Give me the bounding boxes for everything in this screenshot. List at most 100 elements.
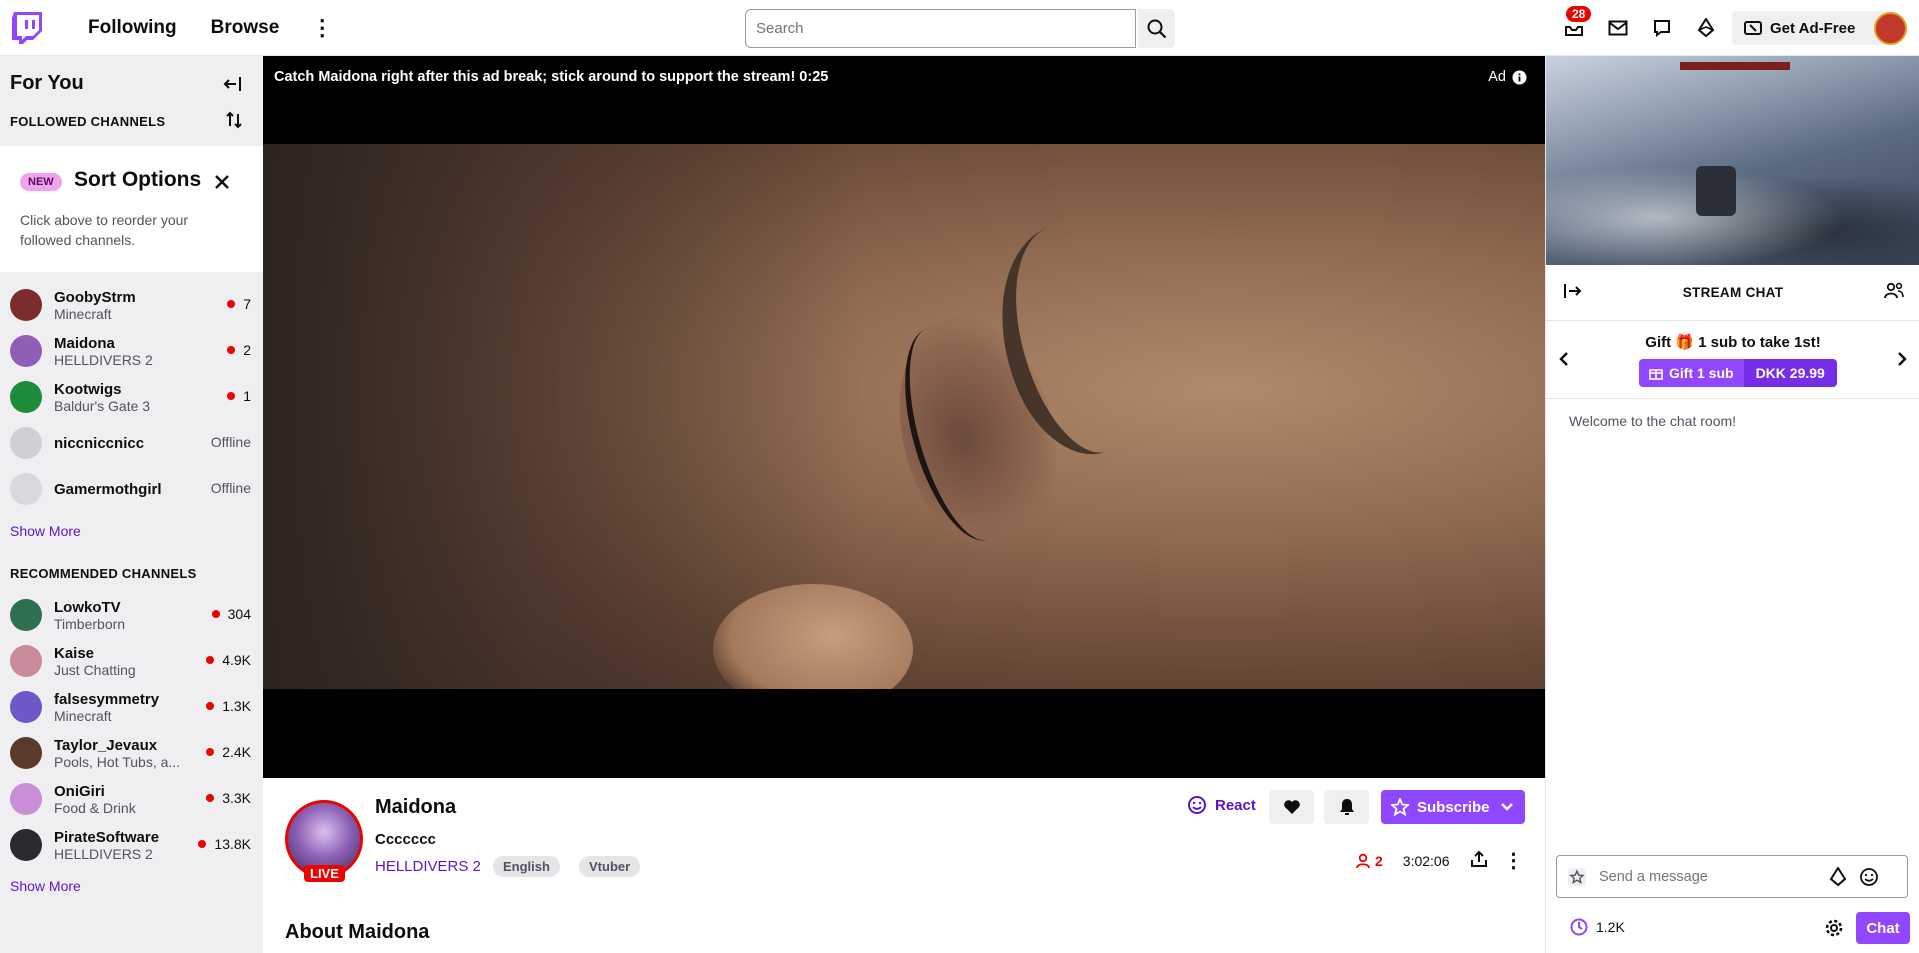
stream-title: Ccccccc (375, 831, 436, 848)
channel-game: Pools, Hot Tubs, a... (54, 753, 181, 770)
channel-info: Kootwigs Baldur's Gate 3 (54, 381, 204, 414)
sidebar-channel-row[interactable]: Kootwigs Baldur's Gate 3 1 (0, 374, 263, 420)
gift-sub-button[interactable]: Gift 1 sub DKK 29.99 (1639, 359, 1837, 387)
more-options-icon[interactable]: ⋮ (311, 16, 333, 39)
collapse-chat-icon[interactable] (1563, 281, 1583, 304)
channel-game: Minecraft (54, 707, 112, 724)
channel-viewer-count: 7 (227, 296, 251, 312)
channel-info: OniGiri Food & Drink (54, 783, 204, 816)
viewer-count-text: 1.3K (222, 698, 251, 714)
sidebar-channel-row[interactable]: LowkoTV Timberborn 304 (0, 592, 263, 638)
sidebar-channel-row[interactable]: PirateSoftware HELLDIVERS 2 13.8K (0, 822, 263, 868)
notifications-toggle-button[interactable] (1324, 790, 1369, 824)
channel-name: falsesymmetry (54, 690, 160, 708)
channel-name: Gamermothgirl (54, 480, 162, 498)
heart-icon (1283, 800, 1300, 814)
video-player[interactable]: Catch Maidona right after this ad break;… (263, 56, 1545, 778)
recommended-channels-heading: RECOMMENDED CHANNELS (10, 566, 197, 581)
top-navigation-bar: Following Browse ⋮ 28 Get Ad-Free (0, 0, 1919, 56)
react-label: React (1215, 796, 1256, 814)
sidebar-channel-row[interactable]: OniGiri Food & Drink 3.3K (0, 776, 263, 822)
get-ad-free-button[interactable]: Get Ad-Free (1732, 11, 1886, 45)
get-ad-free-label: Get Ad-Free (1770, 19, 1856, 37)
ad-label[interactable]: Ad (1488, 69, 1527, 85)
close-icon[interactable] (214, 174, 230, 195)
ad-video-frame (263, 144, 1545, 689)
sidebar-channel-row[interactable]: GoobyStrm Minecraft 7 (0, 282, 263, 328)
bits-button[interactable] (1692, 14, 1720, 42)
user-avatar[interactable] (1874, 12, 1907, 45)
channel-info: LowkoTV Timberborn (54, 599, 204, 632)
chat-send-button[interactable]: Chat (1856, 912, 1910, 944)
bell-icon (1339, 799, 1354, 815)
live-dot-icon (227, 300, 236, 308)
viewer-count-text: 2.4K (222, 744, 251, 760)
bits-icon[interactable] (1829, 866, 1847, 887)
top-icon-group: 28 (1560, 6, 1736, 42)
share-icon[interactable] (1470, 850, 1488, 871)
channel-avatar (10, 473, 42, 505)
chat-input-box[interactable] (1556, 855, 1908, 898)
mini-player-mech (1696, 166, 1736, 216)
collapse-sidebar-icon[interactable] (222, 74, 242, 99)
channel-points-count: 1.2K (1596, 919, 1625, 935)
search-input[interactable] (745, 9, 1136, 48)
viewer-count-text: Offline (210, 434, 251, 450)
search-button[interactable] (1138, 9, 1175, 48)
twitch-logo-icon[interactable] (12, 11, 42, 44)
chevron-left-icon[interactable] (1558, 351, 1570, 372)
gift-one-sub-button[interactable]: Gift 1 sub (1639, 359, 1744, 387)
sort-arrows-icon[interactable] (224, 110, 244, 135)
react-button[interactable]: React (1187, 795, 1256, 815)
gift-price[interactable]: DKK 29.99 (1743, 359, 1837, 387)
channel-avatar (10, 829, 42, 861)
channel-info: Kaise Just Chatting (54, 645, 204, 678)
stream-game-link[interactable]: HELLDIVERS 2 (375, 858, 481, 875)
channel-game: Food & Drink (54, 799, 136, 816)
tag-vtuber[interactable]: Vtuber (579, 856, 641, 877)
more-options-vertical-icon[interactable]: ⋮ (1504, 848, 1524, 873)
sort-options-text: Click above to reorder your followed cha… (20, 212, 189, 248)
sidebar-channel-row[interactable]: Taylor_Jevaux Pools, Hot Tubs, a... 2.4K (0, 730, 263, 776)
mini-stream-player[interactable] (1546, 56, 1919, 265)
show-more-recommended-link[interactable]: Show More (10, 878, 81, 894)
recommended-channel-list: LowkoTV Timberborn 304 Kaise Just Chatting 4.… (0, 592, 263, 868)
nav-following[interactable]: Following (88, 17, 177, 39)
followed-channels-heading: FOLLOWED CHANNELS (10, 114, 166, 129)
sidebar-channel-row[interactable]: Gamermothgirl Offline (0, 466, 263, 512)
tag-english[interactable]: English (493, 856, 560, 877)
chat-footer: 1.2K Chat (1546, 912, 1919, 952)
left-sidebar: For You FOLLOWED CHANNELS NEW Sort Optio… (0, 56, 263, 953)
community-icon[interactable] (1884, 281, 1904, 304)
channel-game: Minecraft (54, 305, 112, 322)
notifications-button[interactable]: 28 (1560, 6, 1592, 42)
viewer-count: 2 (1375, 852, 1383, 869)
chevron-right-icon[interactable] (1896, 351, 1908, 372)
whispers-button[interactable] (1604, 14, 1632, 42)
channel-points[interactable]: 1.2K (1570, 918, 1625, 936)
sidebar-channel-row[interactable]: falsesymmetry Minecraft 1.3K (0, 684, 263, 730)
channel-viewer-count: 304 (211, 606, 251, 622)
channel-name: GoobyStrm (54, 288, 136, 306)
star-badge-icon[interactable] (1567, 867, 1587, 887)
channel-avatar (10, 645, 42, 677)
stream-info-panel: LIVE Maidona Ccccccc HELLDIVERS 2 Englis… (263, 778, 1545, 953)
channel-viewer-count: 1 (227, 388, 251, 404)
gear-icon[interactable] (1824, 918, 1844, 943)
live-dot-icon (206, 656, 215, 664)
channel-name: OniGiri (54, 782, 105, 800)
subscribe-button[interactable]: Subscribe (1381, 790, 1525, 824)
channel-name[interactable]: Maidona (375, 796, 456, 819)
chat-bubble-button[interactable] (1648, 14, 1676, 42)
live-dot-icon (206, 702, 215, 710)
emote-smiley-icon[interactable] (1859, 867, 1879, 887)
nav-browse[interactable]: Browse (211, 17, 280, 39)
chat-message-input[interactable] (1599, 868, 1819, 885)
show-more-followed-link[interactable]: Show More (10, 523, 81, 539)
follow-button[interactable] (1269, 790, 1314, 824)
stream-stats: 2 3:02:06 ⋮ (1355, 848, 1524, 873)
sidebar-channel-row[interactable]: Maidona HELLDIVERS 2 2 (0, 328, 263, 374)
sidebar-channel-row[interactable]: Kaise Just Chatting 4.9K (0, 638, 263, 684)
sidebar-channel-row[interactable]: niccniccnicc Offline (0, 420, 263, 466)
gift-sub-strip: Gift 🎁 1 sub to take 1st! Gift 1 sub DKK… (1546, 321, 1919, 399)
